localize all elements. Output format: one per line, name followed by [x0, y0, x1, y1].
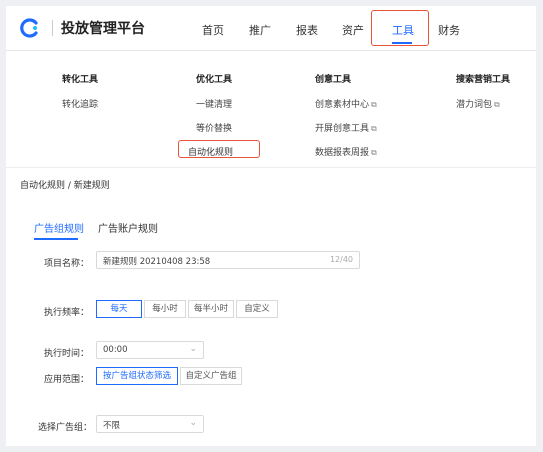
frequency-label: 执行频率：: [44, 308, 90, 318]
time-select[interactable]: 00:00 ⌄: [96, 341, 204, 359]
chevron-down-icon: ⌄: [189, 418, 197, 428]
scope-label: 应用范围：: [44, 375, 90, 385]
adgroup-status-label: 选择广告组：: [38, 423, 93, 433]
nav-promotion[interactable]: 推广: [249, 22, 271, 38]
tab-account-rules[interactable]: 广告账户规则: [98, 220, 158, 235]
project-name-value: 新建规则 20210408 23:58: [103, 257, 211, 267]
menu-item-equivalent-replace[interactable]: 等价替换: [196, 121, 232, 134]
freq-custom-button[interactable]: 自定义: [236, 300, 278, 318]
scope-custom-button[interactable]: 自定义广告组: [180, 367, 242, 385]
menu-item-weekly-report[interactable]: 数据报表周报 ⧉: [315, 145, 377, 158]
tab-adgroup-rules[interactable]: 广告组规则: [34, 220, 84, 235]
nav-active-underline: [392, 42, 412, 44]
freq-half-hour-button[interactable]: 每半小时: [188, 300, 234, 318]
app-window: 投放管理平台 首页 推广 报表 资产 工具 财务 转化工具 转化追踪 优化工具 …: [6, 6, 536, 446]
menu-head-search-marketing: 搜索营销工具: [456, 75, 511, 85]
time-label: 执行时间：: [44, 349, 90, 359]
adgroup-status-value: 不限: [103, 421, 121, 431]
menu-head-optimization: 优化工具: [196, 75, 233, 85]
menu-item-creative-center-label: 创意素材中心: [315, 100, 370, 110]
nav-home[interactable]: 首页: [202, 22, 224, 38]
freq-daily-button[interactable]: 每天: [96, 300, 142, 318]
time-value: 00:00: [103, 345, 128, 355]
external-link-icon: ⧉: [371, 100, 377, 109]
nav-finance[interactable]: 财务: [438, 22, 460, 38]
nav-reports[interactable]: 报表: [296, 22, 318, 38]
menu-item-keyword-pack[interactable]: 潜力词包 ⧉: [456, 97, 500, 110]
app-title: 投放管理平台: [61, 21, 145, 37]
menu-head-creative: 创意工具: [315, 75, 352, 85]
menu-divider: [6, 167, 536, 168]
scope-by-status-button[interactable]: 按广告组状态筛选: [96, 367, 178, 385]
menu-item-splash-tool[interactable]: 开屏创意工具 ⧉: [315, 121, 377, 134]
top-bar: 投放管理平台 首页 推广 报表 资产 工具 财务: [6, 6, 536, 51]
nav-tools-highlight: [371, 10, 429, 46]
chevron-down-icon: ⌄: [189, 344, 197, 354]
menu-item-splash-tool-label: 开屏创意工具: [315, 124, 370, 134]
menu-item-weekly-report-label: 数据报表周报: [315, 148, 370, 158]
menu-item-one-click-clean[interactable]: 一键清理: [196, 97, 232, 110]
tab-active-underline: [34, 238, 78, 240]
menu-head-conversion: 转化工具: [62, 75, 99, 85]
project-name-label: 项目名称：: [44, 259, 90, 269]
project-name-input[interactable]: 新建规则 20210408 23:58 12/40: [96, 251, 360, 269]
external-link-icon: ⧉: [494, 100, 500, 109]
external-link-icon: ⧉: [371, 124, 377, 133]
tools-dropdown-menu: 转化工具 转化追踪 优化工具 一键清理 等价替换 自动化规则 创意工具 创意素材…: [6, 51, 536, 169]
title-separator: [52, 20, 53, 36]
automation-rules-highlight: [178, 140, 260, 158]
char-counter: 12/40: [329, 255, 353, 264]
nav-assets[interactable]: 资产: [342, 22, 364, 38]
freq-hourly-button[interactable]: 每小时: [144, 300, 186, 318]
logo-icon: [20, 18, 38, 38]
breadcrumb: 自动化规则 / 新建规则: [20, 181, 110, 191]
menu-item-conversion-tracking[interactable]: 转化追踪: [62, 97, 98, 110]
external-link-icon: ⧉: [371, 148, 377, 157]
menu-item-creative-center[interactable]: 创意素材中心 ⧉: [315, 97, 377, 110]
menu-item-keyword-pack-label: 潜力词包: [456, 100, 493, 110]
adgroup-status-select[interactable]: 不限 ⌄: [96, 415, 204, 433]
